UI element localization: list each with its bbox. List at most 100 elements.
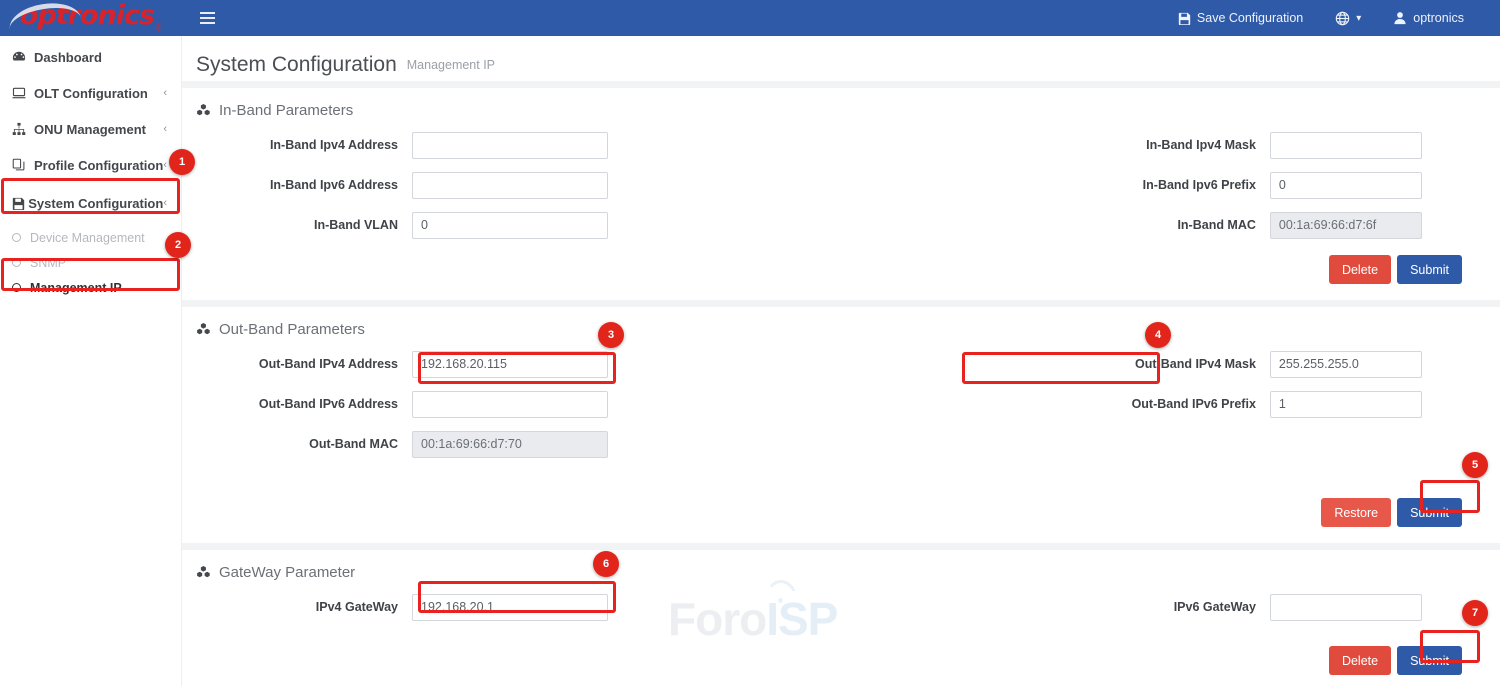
in-band-ipv4-mask-input[interactable] — [1270, 132, 1422, 159]
form-row: IPv4 GateWay 192.168.20.1 IPv6 GateWay — [182, 587, 1500, 627]
cubes-icon — [196, 322, 211, 337]
out-band-restore-button[interactable]: Restore — [1321, 498, 1391, 527]
field-label: In-Band VLAN — [182, 218, 412, 232]
sidebar-item-label: Dashboard — [34, 50, 102, 65]
field-group: In-Band Ipv6 Prefix 0 — [822, 172, 1422, 199]
field-label: Out-Band MAC — [182, 437, 412, 451]
sidebar-item-label: System Configuration — [28, 196, 163, 211]
field-group: In-Band Ipv4 Address — [182, 132, 822, 159]
dashboard-icon — [12, 50, 32, 64]
sidebar-subitem-label: Management IP — [30, 281, 122, 295]
field-label: In-Band Ipv4 Mask — [822, 138, 1270, 152]
registered-mark-icon: ® — [154, 24, 162, 34]
field-label: Out-Band IPv6 Prefix — [822, 397, 1270, 411]
field-label: In-Band Ipv6 Prefix — [822, 178, 1270, 192]
form-row: Out-Band IPv4 Address 192.168.20.115 Out… — [182, 344, 1500, 384]
in-band-submit-button[interactable]: Submit — [1397, 255, 1462, 284]
chevron-left-icon: ‹ — [163, 87, 167, 99]
header-actions: Save Configuration ▾ optron — [1162, 0, 1500, 36]
circle-icon — [12, 283, 30, 292]
ipv4-gateway-input[interactable]: 192.168.20.1 — [412, 594, 608, 621]
form-row: In-Band Ipv6 Address In-Band Ipv6 Prefix… — [182, 165, 1500, 205]
in-band-ipv6-address-input[interactable] — [412, 172, 608, 199]
card-title-label: In-Band Parameters — [219, 102, 353, 119]
menu-toggle-icon[interactable] — [194, 5, 220, 31]
user-icon — [1393, 11, 1407, 25]
out-band-ipv6-address-input[interactable] — [412, 391, 608, 418]
form-row: Out-Band IPv6 Address Out-Band IPv6 Pref… — [182, 384, 1500, 424]
sidebar-item-system-configuration[interactable]: System Configuration ‹ — [0, 185, 181, 221]
in-band-ipv6-prefix-input[interactable]: 0 — [1270, 172, 1422, 199]
in-band-parameters-title: In-Band Parameters — [182, 88, 1500, 125]
sidebar-item-olt-configuration[interactable]: OLT Configuration ‹ — [0, 75, 181, 111]
field-label: Out-Band IPv6 Address — [182, 397, 412, 411]
out-band-ipv4-mask-input[interactable]: 255.255.255.0 — [1270, 351, 1422, 378]
field-label: Out-Band IPv4 Address — [182, 357, 412, 371]
chevron-down-icon: ▾ — [1356, 13, 1361, 24]
gateway-submit-button[interactable]: Submit — [1397, 646, 1462, 675]
user-menu[interactable]: optronics — [1377, 0, 1480, 36]
language-selector[interactable]: ▾ — [1319, 0, 1377, 36]
sidebar-item-profile-configuration[interactable]: Profile Configuration ‹ — [0, 147, 181, 183]
form-row: In-Band Ipv4 Address In-Band Ipv4 Mask — [182, 125, 1500, 165]
sidebar-item-snmp[interactable]: SNMP — [0, 250, 181, 275]
ipv6-gateway-input[interactable] — [1270, 594, 1422, 621]
save-configuration-label: Save Configuration — [1197, 11, 1303, 25]
hamburger-line — [200, 17, 215, 19]
sidebar-navigation: Dashboard OLT Configuration ‹ ONU Manage… — [0, 36, 182, 686]
sidebar-subitem-label: SNMP — [30, 256, 66, 270]
annotation-badge-1: 1 — [169, 149, 195, 175]
annotation-badge-7: 7 — [1462, 600, 1488, 626]
brand-logo[interactable]: optronics® — [0, 0, 182, 36]
in-band-vlan-input[interactable]: 0 — [412, 212, 608, 239]
in-band-button-row: Delete Submit — [182, 245, 1500, 300]
out-band-submit-button[interactable]: Submit — [1397, 498, 1462, 527]
field-label: IPv6 GateWay — [822, 600, 1270, 614]
in-band-delete-button[interactable]: Delete — [1329, 255, 1391, 284]
main-content: System Configuration Management IP In-Ba… — [182, 36, 1500, 686]
out-band-button-row: Restore Submit — [182, 464, 1500, 543]
out-band-parameters-card: ForoISP Out-Band Parameters Out-Band IPv… — [182, 307, 1500, 543]
field-label: In-Band Ipv6 Address — [182, 178, 412, 192]
sidebar-item-device-management[interactable]: Device Management — [0, 225, 181, 250]
annotation-badge-3: 3 — [598, 322, 624, 348]
gateway-parameter-title: GateWay Parameter — [182, 550, 1500, 587]
sidebar-item-dashboard[interactable]: Dashboard — [0, 39, 181, 75]
field-group: Out-Band MAC 00:1a:69:66:d7:70 — [182, 431, 822, 458]
hamburger-line — [200, 22, 215, 24]
brand-logo-text: optronics® — [20, 2, 162, 33]
circle-icon — [12, 258, 30, 267]
out-band-ipv4-address-input[interactable]: 192.168.20.115 — [412, 351, 608, 378]
gateway-button-row: Delete Submit — [182, 627, 1500, 686]
out-band-ipv6-prefix-input[interactable]: 1 — [1270, 391, 1422, 418]
annotation-badge-6: 6 — [593, 551, 619, 577]
field-group: Out-Band IPv4 Address 192.168.20.115 — [182, 351, 822, 378]
cubes-icon — [196, 565, 211, 580]
sidebar-item-label: ONU Management — [34, 122, 146, 137]
form-row: Out-Band MAC 00:1a:69:66:d7:70 — [182, 424, 1500, 464]
annotation-badge-2: 2 — [165, 232, 191, 258]
gateway-parameter-card: GateWay Parameter IPv4 GateWay 192.168.2… — [182, 550, 1500, 686]
out-band-parameters-title: Out-Band Parameters — [182, 307, 1500, 344]
gateway-delete-button[interactable]: Delete — [1329, 646, 1391, 675]
card-title-label: Out-Band Parameters — [219, 321, 365, 338]
sidebar-item-onu-management[interactable]: ONU Management ‹ — [0, 111, 181, 147]
field-group: IPv6 GateWay — [822, 594, 1422, 621]
sidebar-item-management-ip[interactable]: Management IP — [0, 275, 181, 300]
globe-icon — [1335, 11, 1350, 26]
circle-icon — [12, 233, 30, 242]
save-icon — [12, 197, 26, 210]
field-group: IPv4 GateWay 192.168.20.1 — [182, 594, 822, 621]
field-label: In-Band MAC — [822, 218, 1270, 232]
field-group: Out-Band IPv6 Address — [182, 391, 822, 418]
breadcrumb: Management IP — [407, 56, 495, 75]
field-group: In-Band MAC 00:1a:69:66:d7:6f — [822, 212, 1422, 239]
sitemap-icon — [12, 122, 32, 136]
field-group: Out-Band IPv4 Mask 255.255.255.0 — [822, 351, 1422, 378]
chevron-left-icon: ‹ — [163, 197, 167, 209]
in-band-ipv4-address-input[interactable] — [412, 132, 608, 159]
save-configuration-button[interactable]: Save Configuration — [1162, 0, 1319, 36]
user-name-label: optronics — [1413, 11, 1464, 25]
cubes-icon — [196, 103, 211, 118]
in-band-parameters-card: In-Band Parameters In-Band Ipv4 Address … — [182, 88, 1500, 300]
